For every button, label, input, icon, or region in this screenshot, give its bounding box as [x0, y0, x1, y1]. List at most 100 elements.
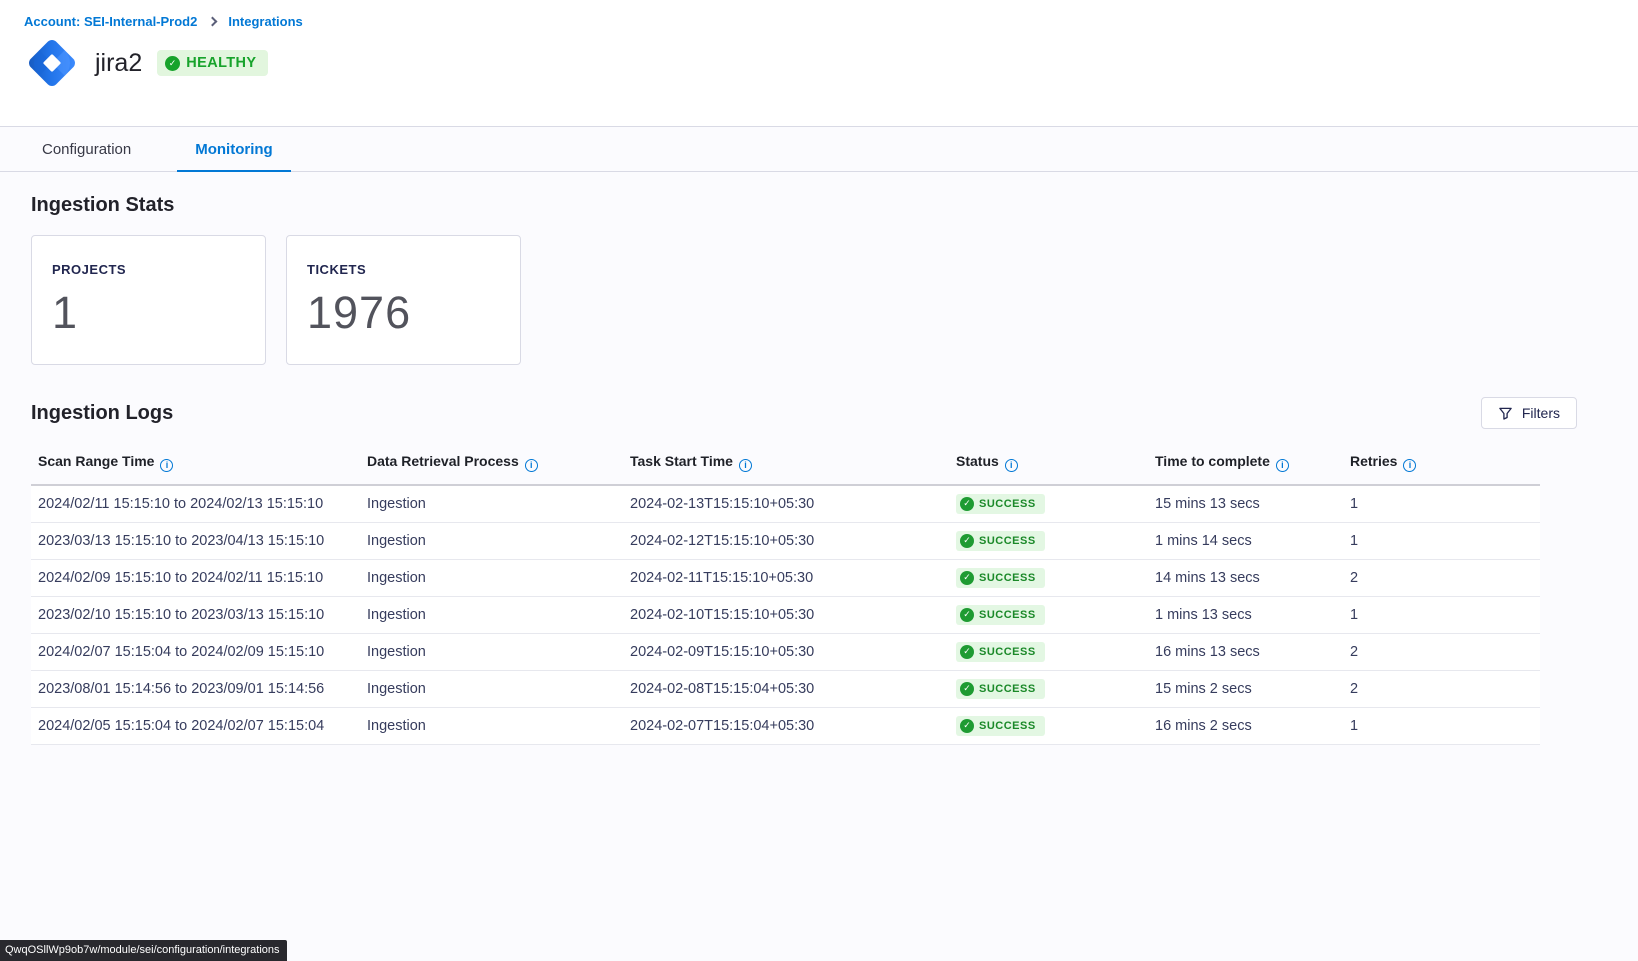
column-label: Retries — [1350, 453, 1397, 469]
column-time-to-complete: Time to complete — [1155, 445, 1350, 485]
column-status: Status — [956, 445, 1155, 485]
health-status-badge: HEALTHY — [157, 50, 268, 76]
breadcrumb-integrations-link[interactable]: Integrations — [228, 14, 302, 29]
info-icon[interactable] — [1005, 459, 1018, 472]
table-row[interactable]: 2024/02/07 15:15:04 to 2024/02/09 15:15:… — [31, 633, 1540, 670]
status-badge: SUCCESS — [956, 531, 1045, 551]
jira-logo-icon — [24, 35, 80, 91]
status-cell: SUCCESS — [956, 596, 1155, 633]
check-circle-icon — [960, 645, 974, 659]
page-header: Account: SEI-Internal-Prod2 Integrations — [0, 0, 1638, 126]
column-label: Task Start Time — [630, 453, 733, 469]
status-cell: SUCCESS — [956, 633, 1155, 670]
status-badge-label: SUCCESS — [979, 535, 1036, 547]
process-cell: Ingestion — [367, 707, 630, 744]
stat-card-tickets: TICKETS 1976 — [286, 235, 521, 365]
status-cell: SUCCESS — [956, 670, 1155, 707]
process-cell: Ingestion — [367, 559, 630, 596]
time-to-complete-cell: 15 mins 2 secs — [1155, 670, 1350, 707]
process-cell: Ingestion — [367, 485, 630, 522]
check-circle-icon — [960, 497, 974, 511]
table-row[interactable]: 2023/02/10 15:15:10 to 2023/03/13 15:15:… — [31, 596, 1540, 633]
status-badge: SUCCESS — [956, 716, 1045, 736]
process-cell: Ingestion — [367, 670, 630, 707]
column-label: Status — [956, 453, 999, 469]
page-title: jira2 — [95, 49, 142, 78]
link-preview-statusbar: QwqOSllWp9ob7w/module/sei/configuration/… — [0, 940, 287, 961]
table-row[interactable]: 2023/03/13 15:15:10 to 2023/04/13 15:15:… — [31, 522, 1540, 559]
ingestion-logs-table: Scan Range Time Data Retrieval Process T… — [31, 445, 1540, 745]
time-to-complete-cell: 14 mins 13 secs — [1155, 559, 1350, 596]
retries-cell: 2 — [1350, 633, 1540, 670]
ingestion-logs-heading: Ingestion Logs — [31, 402, 173, 425]
scan-range-cell: 2023/08/01 15:14:56 to 2023/09/01 15:14:… — [31, 670, 367, 707]
status-badge: SUCCESS — [956, 605, 1045, 625]
status-badge-label: SUCCESS — [979, 498, 1036, 510]
status-cell: SUCCESS — [956, 559, 1155, 596]
stat-cards: PROJECTS 1 TICKETS 1976 — [31, 235, 1607, 365]
table-header: Scan Range Time Data Retrieval Process T… — [31, 445, 1540, 485]
scan-range-cell: 2023/03/13 15:15:10 to 2023/04/13 15:15:… — [31, 522, 367, 559]
ingestion-logs-header: Ingestion Logs Filters — [31, 397, 1577, 429]
task-start-cell: 2024-02-12T15:15:10+05:30 — [630, 522, 956, 559]
time-to-complete-cell: 1 mins 13 secs — [1155, 596, 1350, 633]
table-row[interactable]: 2024/02/09 15:15:10 to 2024/02/11 15:15:… — [31, 559, 1540, 596]
status-badge-label: SUCCESS — [979, 609, 1036, 621]
breadcrumb: Account: SEI-Internal-Prod2 Integrations — [24, 14, 1614, 29]
info-icon[interactable] — [525, 459, 538, 472]
tab-bar: Configuration Monitoring — [0, 127, 1638, 172]
status-badge-label: SUCCESS — [979, 683, 1036, 695]
filters-button[interactable]: Filters — [1481, 397, 1577, 429]
status-badge: SUCCESS — [956, 494, 1045, 514]
main-panel: Ingestion Stats PROJECTS 1 TICKETS 1976 … — [0, 172, 1638, 745]
tab-configuration[interactable]: Configuration — [24, 127, 149, 172]
table-row[interactable]: 2023/08/01 15:14:56 to 2023/09/01 15:14:… — [31, 670, 1540, 707]
process-cell: Ingestion — [367, 633, 630, 670]
check-circle-icon — [960, 608, 974, 622]
table-body: 2024/02/11 15:15:10 to 2024/02/13 15:15:… — [31, 485, 1540, 744]
table-row[interactable]: 2024/02/11 15:15:10 to 2024/02/13 15:15:… — [31, 485, 1540, 522]
status-badge-label: SUCCESS — [979, 720, 1036, 732]
process-cell: Ingestion — [367, 522, 630, 559]
chevron-right-icon — [208, 17, 218, 27]
scan-range-cell: 2024/02/05 15:15:04 to 2024/02/07 15:15:… — [31, 707, 367, 744]
status-badge: SUCCESS — [956, 679, 1045, 699]
health-badge-label: HEALTHY — [186, 55, 256, 71]
status-cell: SUCCESS — [956, 707, 1155, 744]
retries-cell: 1 — [1350, 522, 1540, 559]
tab-monitoring[interactable]: Monitoring — [177, 127, 290, 172]
status-badge: SUCCESS — [956, 642, 1045, 662]
task-start-cell: 2024-02-08T15:15:04+05:30 — [630, 670, 956, 707]
status-cell: SUCCESS — [956, 485, 1155, 522]
scan-range-cell: 2024/02/09 15:15:10 to 2024/02/11 15:15:… — [31, 559, 367, 596]
retries-cell: 2 — [1350, 670, 1540, 707]
task-start-cell: 2024-02-13T15:15:10+05:30 — [630, 485, 956, 522]
column-data-retrieval-process: Data Retrieval Process — [367, 445, 630, 485]
info-icon[interactable] — [739, 459, 752, 472]
task-start-cell: 2024-02-10T15:15:10+05:30 — [630, 596, 956, 633]
column-task-start-time: Task Start Time — [630, 445, 956, 485]
stat-value: 1976 — [307, 287, 500, 339]
retries-cell: 1 — [1350, 707, 1540, 744]
info-icon[interactable] — [160, 459, 173, 472]
table-row[interactable]: 2024/02/05 15:15:04 to 2024/02/07 15:15:… — [31, 707, 1540, 744]
scan-range-cell: 2024/02/07 15:15:04 to 2024/02/09 15:15:… — [31, 633, 367, 670]
scan-range-cell: 2024/02/11 15:15:10 to 2024/02/13 15:15:… — [31, 485, 367, 522]
integration-monitoring-page: Account: SEI-Internal-Prod2 Integrations — [0, 0, 1638, 961]
stat-value: 1 — [52, 287, 245, 339]
check-circle-icon — [960, 534, 974, 548]
filters-button-label: Filters — [1522, 405, 1560, 421]
status-badge-label: SUCCESS — [979, 572, 1036, 584]
info-icon[interactable] — [1276, 459, 1289, 472]
time-to-complete-cell: 16 mins 13 secs — [1155, 633, 1350, 670]
breadcrumb-account-link[interactable]: Account: SEI-Internal-Prod2 — [24, 14, 197, 29]
process-cell: Ingestion — [367, 596, 630, 633]
content-area: Configuration Monitoring Ingestion Stats… — [0, 126, 1638, 961]
info-icon[interactable] — [1403, 459, 1416, 472]
check-circle-icon — [165, 56, 180, 71]
ingestion-stats-heading: Ingestion Stats — [31, 194, 1607, 217]
status-badge: SUCCESS — [956, 568, 1045, 588]
title-row: jira2 HEALTHY — [24, 35, 1614, 91]
retries-cell: 2 — [1350, 559, 1540, 596]
time-to-complete-cell: 16 mins 2 secs — [1155, 707, 1350, 744]
